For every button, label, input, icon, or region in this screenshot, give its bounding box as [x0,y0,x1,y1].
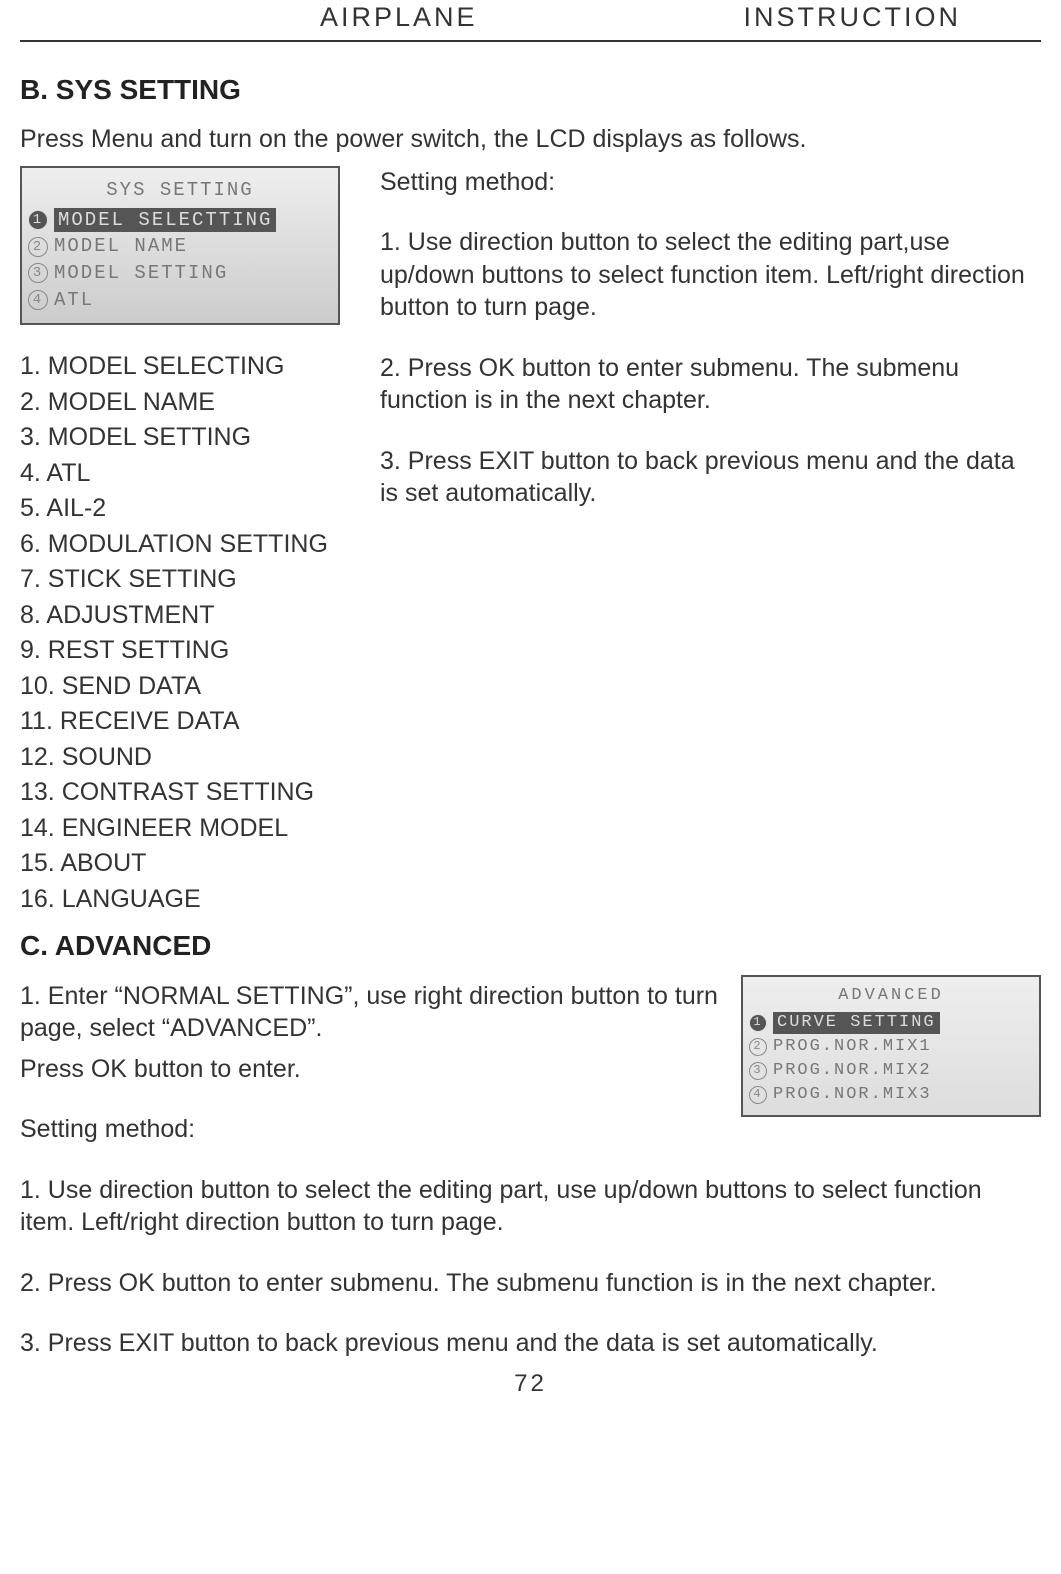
list-item: 8. ADJUSTMENT [20,599,360,632]
lcd-row-num: 4 [749,1086,767,1104]
list-item: 5. AIL-2 [20,492,360,525]
lcd-row-num: 3 [28,263,48,283]
lcd-row-text: MODEL SETTING [54,261,228,286]
list-item: 10. SEND DATA [20,670,360,703]
lcd-row: 4 PROG.NOR.MIX3 [749,1083,1033,1107]
lcd-row: 3 PROG.NOR.MIX2 [749,1059,1033,1083]
list-item: 2. MODEL NAME [20,386,360,419]
lcd-row-text: CURVE SETTING [773,1012,940,1034]
method-step: 3. Press EXIT button to back previous me… [380,445,1031,510]
lcd-row-num: 2 [749,1038,767,1056]
section-c-intro2: Press OK button to enter. [20,1053,721,1086]
lcd-row-text: ATL [54,288,94,313]
lcd-row-text: MODEL NAME [54,234,188,259]
method-step: 1. Use direction button to select the ed… [20,1174,1041,1239]
list-item: 4. ATL [20,457,360,490]
list-item: 13. CONTRAST SETTING [20,776,360,809]
method-heading: Setting method: [380,166,1031,199]
list-item: 7. STICK SETTING [20,563,360,596]
lcd-row: 1 MODEL SELECTTING [28,207,332,234]
section-b-heading: B. SYS SETTING [20,72,1041,108]
lcd-row-text: PROG.NOR.MIX1 [773,1036,932,1058]
sys-setting-list: 1. MODEL SELECTING 2. MODEL NAME 3. MODE… [20,350,360,915]
method-step: 1. Use direction button to select the ed… [380,226,1031,324]
lcd-row-text: MODEL SELECTTING [54,208,276,233]
list-item: 14. ENGINEER MODEL [20,812,360,845]
section-b-intro: Press Menu and turn on the power switch,… [20,123,1041,156]
lcd-row-num: 1 [749,1014,767,1032]
method-step: 2. Press OK button to enter submenu. The… [380,352,1031,417]
lcd-row: 2 MODEL NAME [28,233,332,260]
lcd-row: 2 PROG.NOR.MIX1 [749,1035,1033,1059]
list-item: 16. LANGUAGE [20,883,360,916]
header-right: INSTRUCTION [744,0,962,35]
lcd-row: 3 MODEL SETTING [28,260,332,287]
list-item: 1. MODEL SELECTING [20,350,360,383]
method-heading: Setting method: [20,1113,721,1146]
lcd-row-text: PROG.NOR.MIX2 [773,1060,932,1082]
lcd-row-num: 2 [28,237,48,257]
method-step: 3. Press EXIT button to back previous me… [20,1327,1041,1360]
lcd-title: ADVANCED [749,985,1033,1007]
lcd-row-text: PROG.NOR.MIX3 [773,1084,932,1106]
list-item: 15. ABOUT [20,847,360,880]
list-item: 9. REST SETTING [20,634,360,667]
lcd-title: SYS SETTING [28,178,332,203]
section-c-heading: C. ADVANCED [20,928,1041,964]
page-number: 72 [20,1368,1041,1399]
section-c-intro1: 1. Enter “NORMAL SETTING”, use right dir… [20,980,721,1045]
list-item: 12. SOUND [20,741,360,774]
header-left: AIRPLANE [320,0,478,35]
lcd-row-num: 1 [28,210,48,230]
list-item: 6. MODULATION SETTING [20,528,360,561]
method-step: 2. Press OK button to enter submenu. The… [20,1267,1041,1300]
list-item: 3. MODEL SETTING [20,421,360,454]
lcd-row-num: 4 [28,290,48,310]
list-item: 11. RECEIVE DATA [20,705,360,738]
lcd-row: 4 ATL [28,287,332,314]
lcd-row-num: 3 [749,1062,767,1080]
lcd-row: 1 CURVE SETTING [749,1011,1033,1035]
lcd-advanced: ADVANCED 1 CURVE SETTING 2 PROG.NOR.MIX1… [741,975,1041,1117]
page-header: AIRPLANE INSTRUCTION [20,0,1041,42]
lcd-sys-setting: SYS SETTING 1 MODEL SELECTTING 2 MODEL N… [20,166,340,325]
